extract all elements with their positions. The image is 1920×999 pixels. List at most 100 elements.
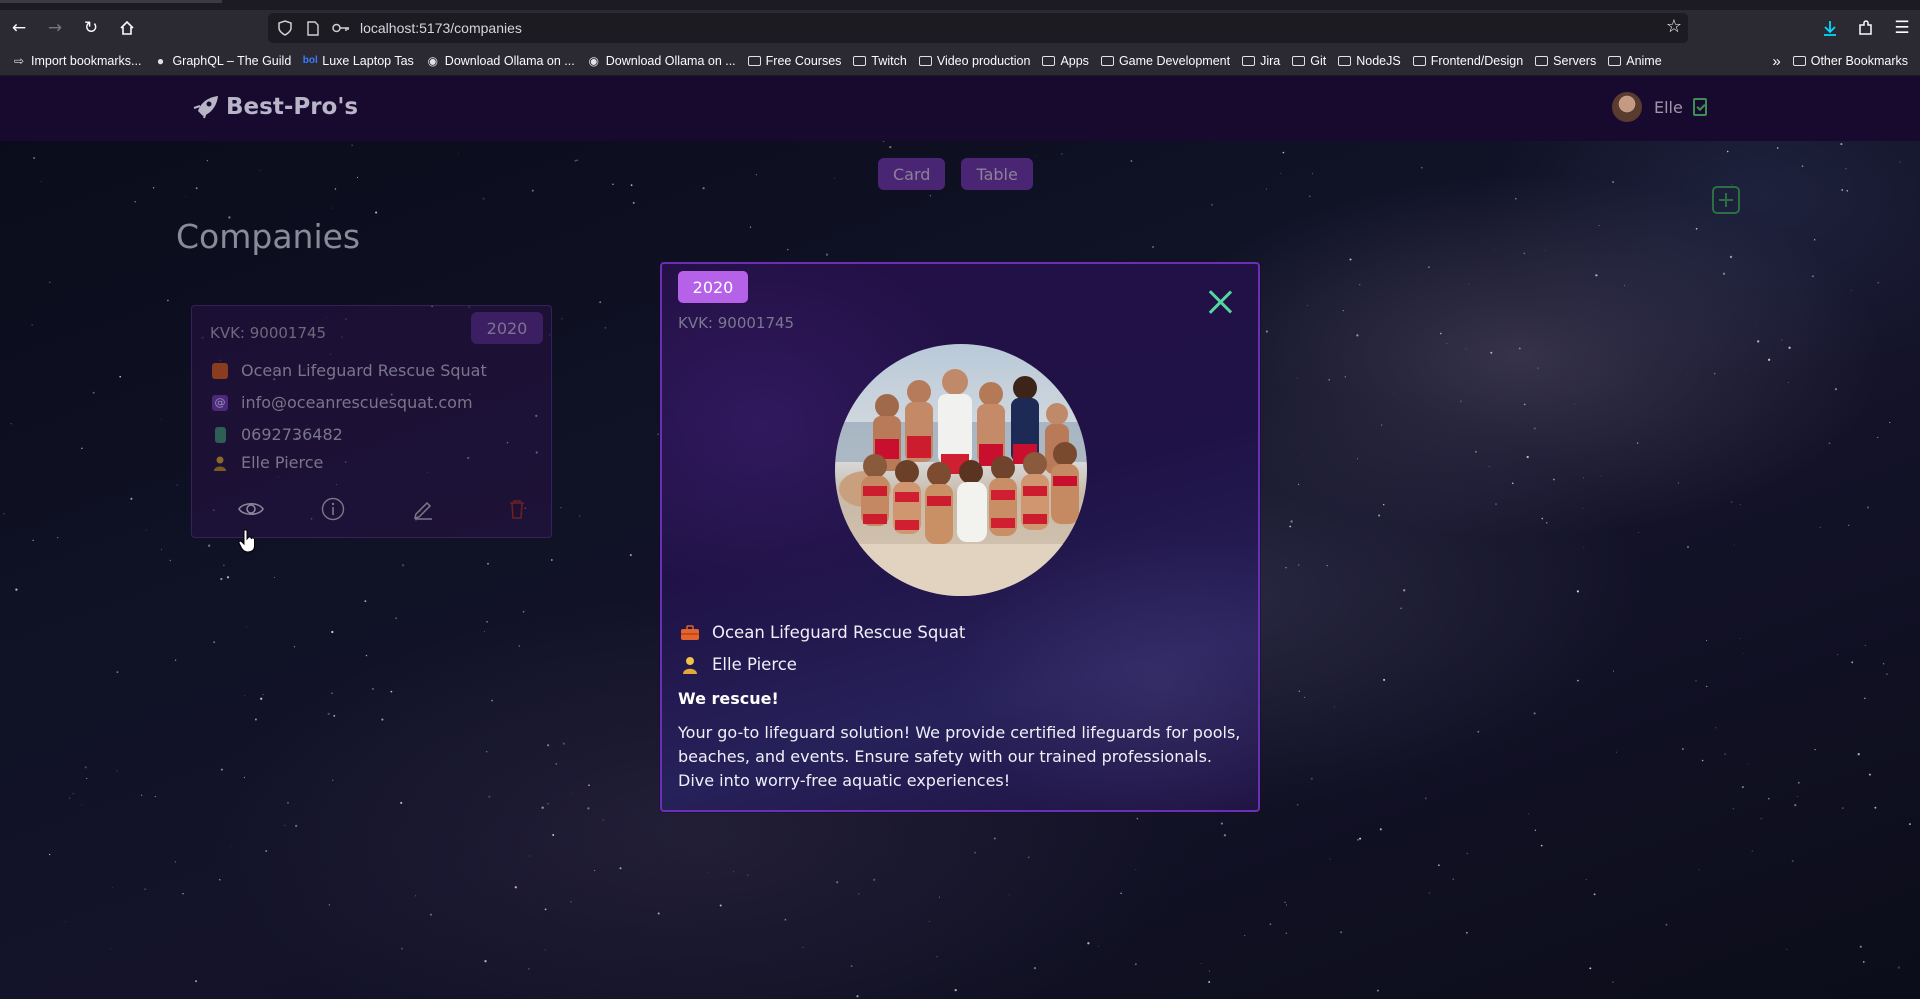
more-bookmarks-icon[interactable]: » <box>1772 53 1780 70</box>
star-dot <box>1589 967 1592 970</box>
star-dot <box>219 879 221 881</box>
brand[interactable]: Best-Pro's <box>190 92 358 122</box>
star-dot <box>1290 520 1293 523</box>
url-text[interactable]: localhost:5173/companies <box>360 20 522 36</box>
star-dot <box>993 837 996 840</box>
star-dot <box>1767 358 1771 361</box>
star-dot <box>328 904 330 906</box>
bookmark-folder[interactable]: Free Courses <box>747 54 841 68</box>
edit-icon[interactable] <box>410 496 436 522</box>
star-dot <box>1612 670 1615 672</box>
star-dot <box>1220 822 1223 825</box>
star-dot <box>1706 640 1708 642</box>
bookmark-item[interactable]: ◉ Download Ollama on ... <box>587 54 735 68</box>
star-dot <box>1726 150 1729 153</box>
star-dot <box>1867 506 1870 509</box>
add-company-button[interactable] <box>1712 186 1740 214</box>
table-view-button[interactable]: Table <box>961 158 1033 190</box>
bookmark-item[interactable]: ● GraphQL – The Guild <box>153 54 291 68</box>
folder-icon <box>1042 55 1056 66</box>
close-icon[interactable] <box>1207 289 1233 315</box>
folder-icon <box>1608 55 1622 66</box>
card-view-button[interactable]: Card <box>878 158 946 190</box>
page-icon[interactable] <box>302 17 324 39</box>
user-menu[interactable]: Elle <box>1612 92 1707 122</box>
bookmark-folder[interactable]: Git <box>1292 54 1326 68</box>
star-dot <box>207 544 211 547</box>
download-icon[interactable] <box>1812 13 1848 43</box>
star-dot <box>555 763 557 765</box>
back-icon[interactable]: ← <box>2 13 36 43</box>
star-dot <box>928 921 930 922</box>
star-dot <box>1862 961 1865 963</box>
clipboard-check-icon[interactable] <box>1692 98 1707 116</box>
star-dot <box>1739 638 1741 639</box>
star-dot <box>749 226 752 228</box>
star-dot <box>262 694 264 696</box>
star-dot <box>334 188 337 190</box>
extensions-icon[interactable] <box>1848 13 1884 43</box>
info-icon[interactable] <box>320 496 346 522</box>
star-dot <box>1739 504 1741 505</box>
star-dot <box>604 327 606 329</box>
forward-icon[interactable]: → <box>38 13 72 43</box>
star-dot <box>1223 834 1227 837</box>
star-dot <box>836 881 839 884</box>
star-dot <box>182 893 184 895</box>
trash-icon[interactable] <box>504 496 530 522</box>
shield-icon[interactable] <box>274 17 296 39</box>
address-bar[interactable]: localhost:5173/companies ☆ <box>268 13 1688 43</box>
star-dot <box>1304 696 1306 698</box>
star-dot <box>31 324 33 326</box>
star-dot <box>1424 797 1427 800</box>
bookmark-folder[interactable]: Apps <box>1042 54 1089 68</box>
reload-icon[interactable]: ↻ <box>74 13 108 43</box>
star-dot <box>576 159 578 161</box>
star-dot <box>1534 829 1537 832</box>
company-card: 2020 KVK: 90001745 Ocean Lifeguard Rescu… <box>191 305 552 538</box>
bookmark-folder[interactable]: Servers <box>1535 54 1596 68</box>
briefcase-icon <box>680 624 700 642</box>
star-dot <box>544 949 546 951</box>
star-dot <box>1526 455 1529 459</box>
star-dot <box>1265 188 1267 190</box>
star-dot <box>1797 796 1798 797</box>
star-dot <box>858 893 860 895</box>
view-icon[interactable] <box>238 496 264 522</box>
other-bookmarks[interactable]: Other Bookmarks <box>1792 54 1908 68</box>
bookmark-folder[interactable]: Jira <box>1242 54 1280 68</box>
star-dot <box>938 896 941 898</box>
key-icon[interactable] <box>330 17 352 39</box>
bookmark-folder[interactable]: Anime <box>1608 54 1662 68</box>
star-dot <box>1577 679 1579 682</box>
star-dot <box>286 801 290 804</box>
star-dot <box>578 515 581 517</box>
star-dot <box>1636 442 1639 444</box>
bol-icon: bol <box>302 55 318 66</box>
bookmark-item[interactable]: ⇨ Import bookmarks... <box>12 54 141 68</box>
star-dot <box>1583 546 1585 548</box>
avatar[interactable] <box>1612 92 1642 122</box>
star-dot <box>1298 690 1301 693</box>
bookmark-folder[interactable]: Twitch <box>853 54 907 68</box>
star-dot <box>1600 475 1602 477</box>
star-dot <box>1541 517 1544 520</box>
menu-icon[interactable]: ☰ <box>1884 13 1920 43</box>
bookmark-folder[interactable]: NodeJS <box>1338 54 1401 68</box>
star-dot <box>1814 239 1816 241</box>
star-dot <box>632 201 635 204</box>
bookmark-item[interactable]: ◉ Download Ollama on ... <box>426 54 575 68</box>
star-dot <box>1877 436 1879 438</box>
bookmark-item[interactable]: bol Luxe Laptop Tas <box>303 54 414 68</box>
bookmark-star-icon[interactable]: ☆ <box>1666 16 1682 37</box>
star-dot <box>1848 524 1850 526</box>
bookmark-folder[interactable]: Video production <box>918 54 1030 68</box>
star-dot <box>1695 680 1697 682</box>
bookmark-folder[interactable]: Frontend/Design <box>1412 54 1523 68</box>
star-dot <box>702 187 705 190</box>
star-dot <box>111 887 113 888</box>
bookmark-folder[interactable]: Game Development <box>1100 54 1230 68</box>
home-icon[interactable] <box>110 13 144 43</box>
app-root: Best-Pro's Elle Card Table Companies 202… <box>0 76 1920 999</box>
star-dot <box>458 153 460 155</box>
